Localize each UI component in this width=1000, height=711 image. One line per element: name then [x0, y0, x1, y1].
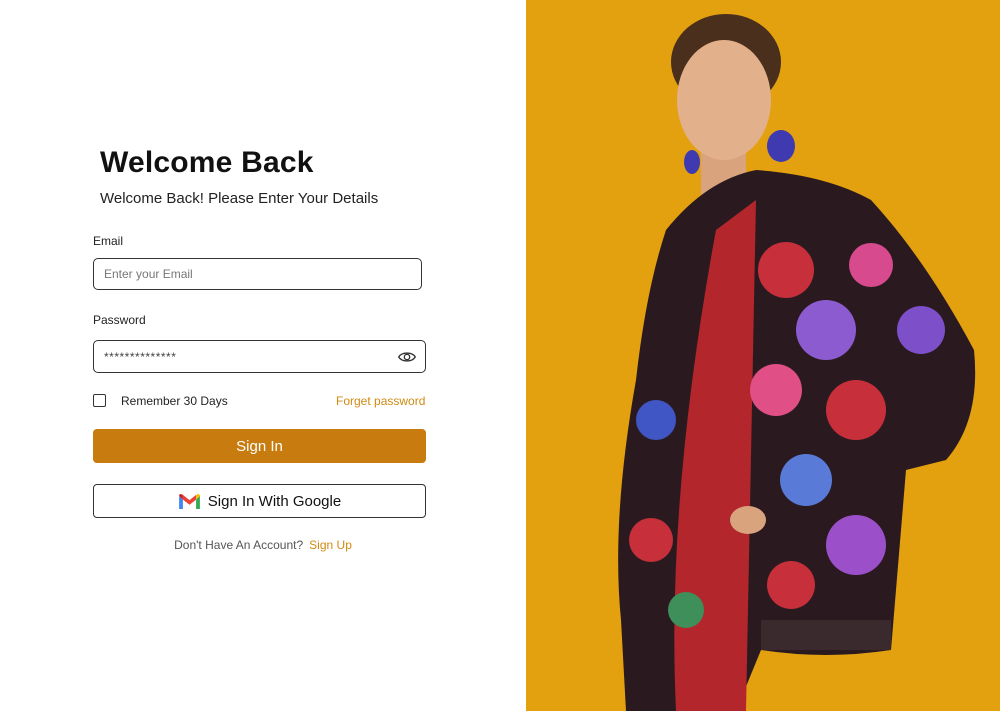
remember-label: Remember 30 Days — [121, 394, 228, 408]
password-input[interactable]: ************** — [93, 340, 426, 373]
gmail-icon — [178, 493, 200, 509]
password-value: ************** — [104, 350, 177, 364]
page-subtitle: Welcome Back! Please Enter Your Details — [100, 190, 379, 207]
model-photo — [526, 0, 1000, 711]
sign-up-link[interactable]: Sign Up — [309, 538, 352, 552]
sign-in-button[interactable]: Sign In — [93, 429, 426, 463]
no-account-text: Don't Have An Account? — [174, 538, 304, 552]
page-title: Welcome Back — [100, 146, 314, 179]
login-panel: Welcome Back Welcome Back! Please Enter … — [0, 0, 526, 711]
hero-image — [526, 0, 1000, 711]
email-input[interactable] — [93, 258, 422, 290]
email-label: Email — [93, 234, 124, 248]
password-label: Password — [93, 313, 146, 327]
forgot-password-link[interactable]: Forget password — [336, 394, 425, 408]
remember-checkbox[interactable] — [93, 394, 106, 407]
google-sign-in-button[interactable]: Sign In With Google — [93, 484, 426, 518]
google-sign-in-label: Sign In With Google — [207, 492, 342, 510]
eye-icon[interactable] — [398, 349, 416, 365]
signup-prompt: Don't Have An Account? Sign Up — [0, 538, 526, 552]
